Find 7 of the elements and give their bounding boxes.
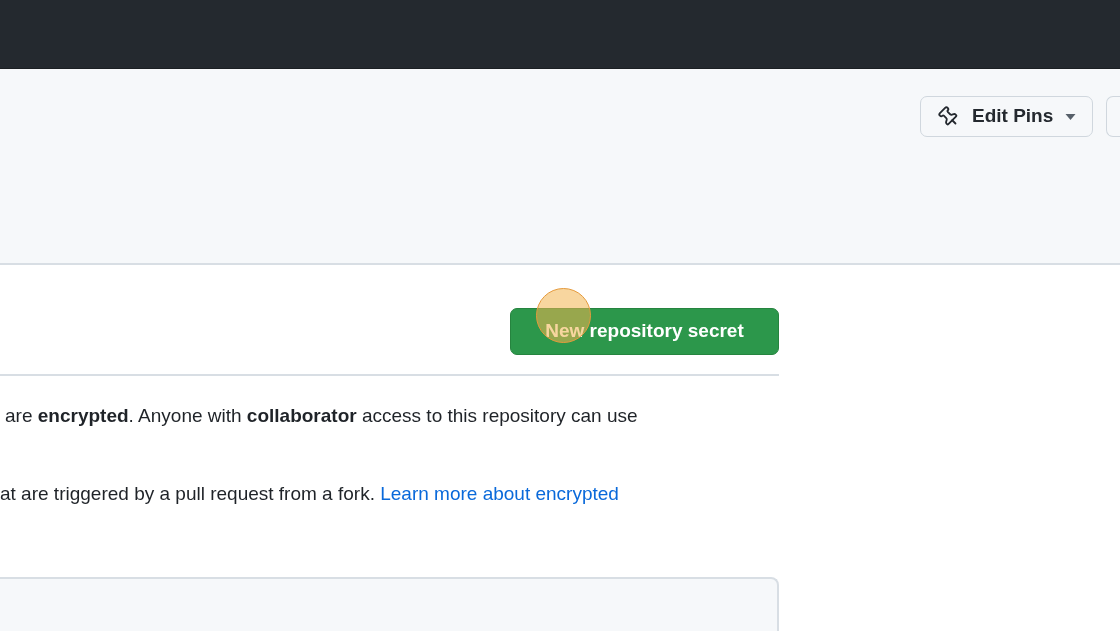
learn-more-link[interactable]: Learn more about encrypted	[380, 483, 619, 504]
caret-icon	[1065, 113, 1077, 120]
header-button[interactable]	[1106, 96, 1120, 137]
new-repository-secret-button[interactable]: New repository secret	[510, 308, 779, 355]
description-text: are encrypted. Anyone with collaborator access to this repository can use	[4, 404, 639, 428]
description-text: at are triggered by a pull request from a fork. Learn more about encrypted	[0, 482, 620, 506]
edit-pins-button[interactable]: Edit Pins	[920, 96, 1093, 137]
